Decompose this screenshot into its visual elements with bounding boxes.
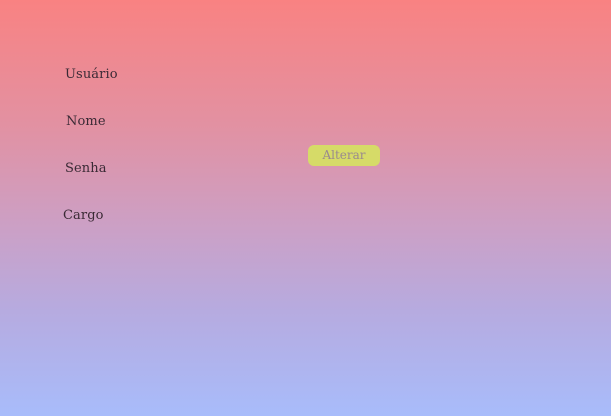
alterar-button[interactable]: Alterar — [308, 145, 380, 166]
usuario-label: Usuário — [65, 67, 118, 82]
nome-label: Nome — [66, 114, 106, 129]
cargo-label: Cargo — [63, 208, 104, 223]
senha-label: Senha — [65, 161, 107, 176]
